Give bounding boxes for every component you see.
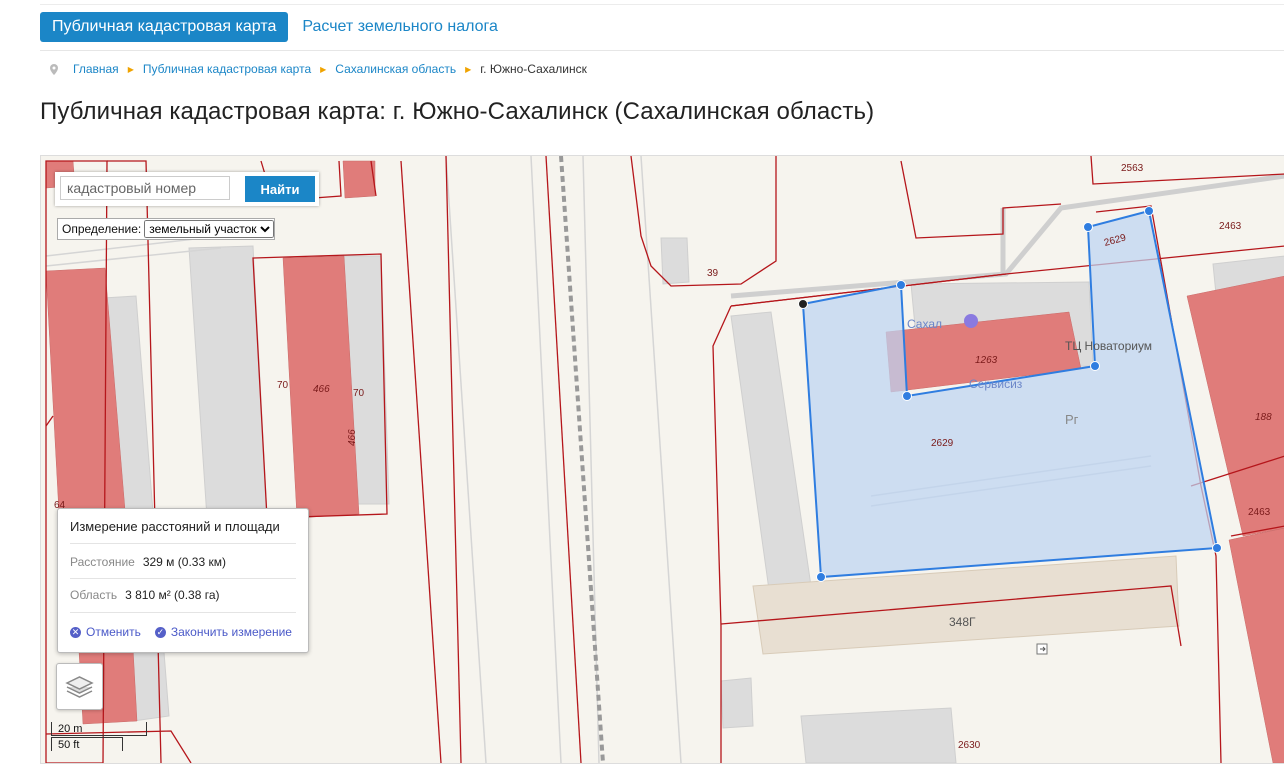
top-divider	[40, 4, 1284, 5]
cadastral-map[interactable]: 2563 2463 2629 39 Сахал ТЦ Новаториум 12…	[40, 155, 1284, 764]
tab-land-tax[interactable]: Расчет земельного налога	[302, 18, 498, 36]
area-label: Область	[70, 588, 118, 602]
divider	[70, 543, 296, 544]
building-label: 1263	[975, 355, 998, 366]
building-label: 188	[1255, 412, 1272, 423]
distance-value: 329 м (0.33 км)	[142, 555, 226, 569]
map-canvas[interactable]: 2563 2463 2629 39 Сахал ТЦ Новаториум 12…	[41, 156, 1284, 763]
parcel-label: 70	[353, 388, 365, 399]
breadcrumb-current: г. Южно-Сахалинск	[480, 62, 587, 76]
cancel-measure-button[interactable]: Отменить	[86, 625, 141, 639]
nav-divider	[40, 50, 1284, 51]
parcel-label: 2463	[1219, 221, 1242, 232]
parcel-label: 2563	[1121, 163, 1144, 174]
finish-measure-button[interactable]: Закончить измерение	[171, 625, 292, 639]
map-building-348g	[752, 555, 1180, 655]
building-label: 348Г	[949, 615, 976, 629]
breadcrumb-cadastral-map[interactable]: Публичная кадастровая карта	[143, 62, 311, 76]
poi-marker-icon[interactable]	[964, 314, 978, 328]
parcel-label: 39	[707, 268, 719, 279]
parcel-label: 2629	[931, 438, 954, 449]
scale-metric: 20 m	[51, 722, 147, 736]
breadcrumb-home[interactable]: Главная	[73, 62, 119, 76]
search-box: Найти	[55, 172, 319, 206]
page-title: Публичная кадастровая карта: г. Южно-Сах…	[40, 98, 875, 125]
measure-actions: ✕ Отменить ✓ Закончить измерение	[70, 625, 292, 639]
definition-label: Определение:	[62, 222, 142, 236]
find-button[interactable]: Найти	[245, 176, 315, 202]
cadastral-number-input[interactable]	[60, 176, 230, 200]
breadcrumb-separator-icon: ▶	[465, 64, 472, 74]
breadcrumb: Главная ▶ Публичная кадастровая карта ▶ …	[50, 62, 587, 76]
parcel-label: 2463	[1248, 507, 1271, 518]
map-roads	[730, 173, 1284, 299]
definition-control: Определение: земельный участок	[57, 218, 276, 240]
poi-label: ТЦ Новаториум	[1065, 339, 1152, 353]
divider	[70, 578, 296, 579]
top-nav: Публичная кадастровая карта Расчет земел…	[40, 12, 498, 42]
breadcrumb-separator-icon: ▶	[320, 64, 327, 74]
entrance-icon	[1036, 643, 1048, 655]
measure-title: Измерение расстояний и площади	[70, 519, 280, 534]
parcel-label: 70	[277, 380, 289, 391]
layers-button[interactable]	[56, 663, 103, 710]
poi-label: Сервисиз	[969, 377, 1023, 391]
parcel-label: 2630	[958, 740, 981, 751]
tab-cadastral-map[interactable]: Публичная кадастровая карта	[40, 12, 289, 42]
map-symbol-label: Рг	[1065, 412, 1079, 427]
scale-imperial: 50 ft	[51, 737, 123, 751]
measure-area-row: Область 3 810 м² (0.38 га)	[70, 588, 220, 602]
measure-distance-row: Расстояние 329 м (0.33 км)	[70, 555, 226, 569]
cancel-icon: ✕	[70, 626, 81, 638]
building-label: 466	[347, 429, 358, 446]
poi-label: Сахал	[907, 317, 942, 331]
distance-label: Расстояние	[70, 555, 135, 569]
location-pin-icon	[50, 63, 58, 75]
building-label: 466	[313, 384, 330, 395]
breadcrumb-separator-icon: ▶	[127, 64, 134, 74]
definition-select[interactable]: земельный участок	[144, 220, 275, 238]
measure-panel: Измерение расстояний и площади Расстояни…	[57, 508, 309, 653]
breadcrumb-region[interactable]: Сахалинская область	[335, 62, 456, 76]
divider	[70, 612, 296, 613]
check-icon: ✓	[154, 626, 166, 638]
area-value: 3 810 м² (0.38 га)	[125, 588, 220, 602]
layers-icon	[65, 676, 94, 698]
